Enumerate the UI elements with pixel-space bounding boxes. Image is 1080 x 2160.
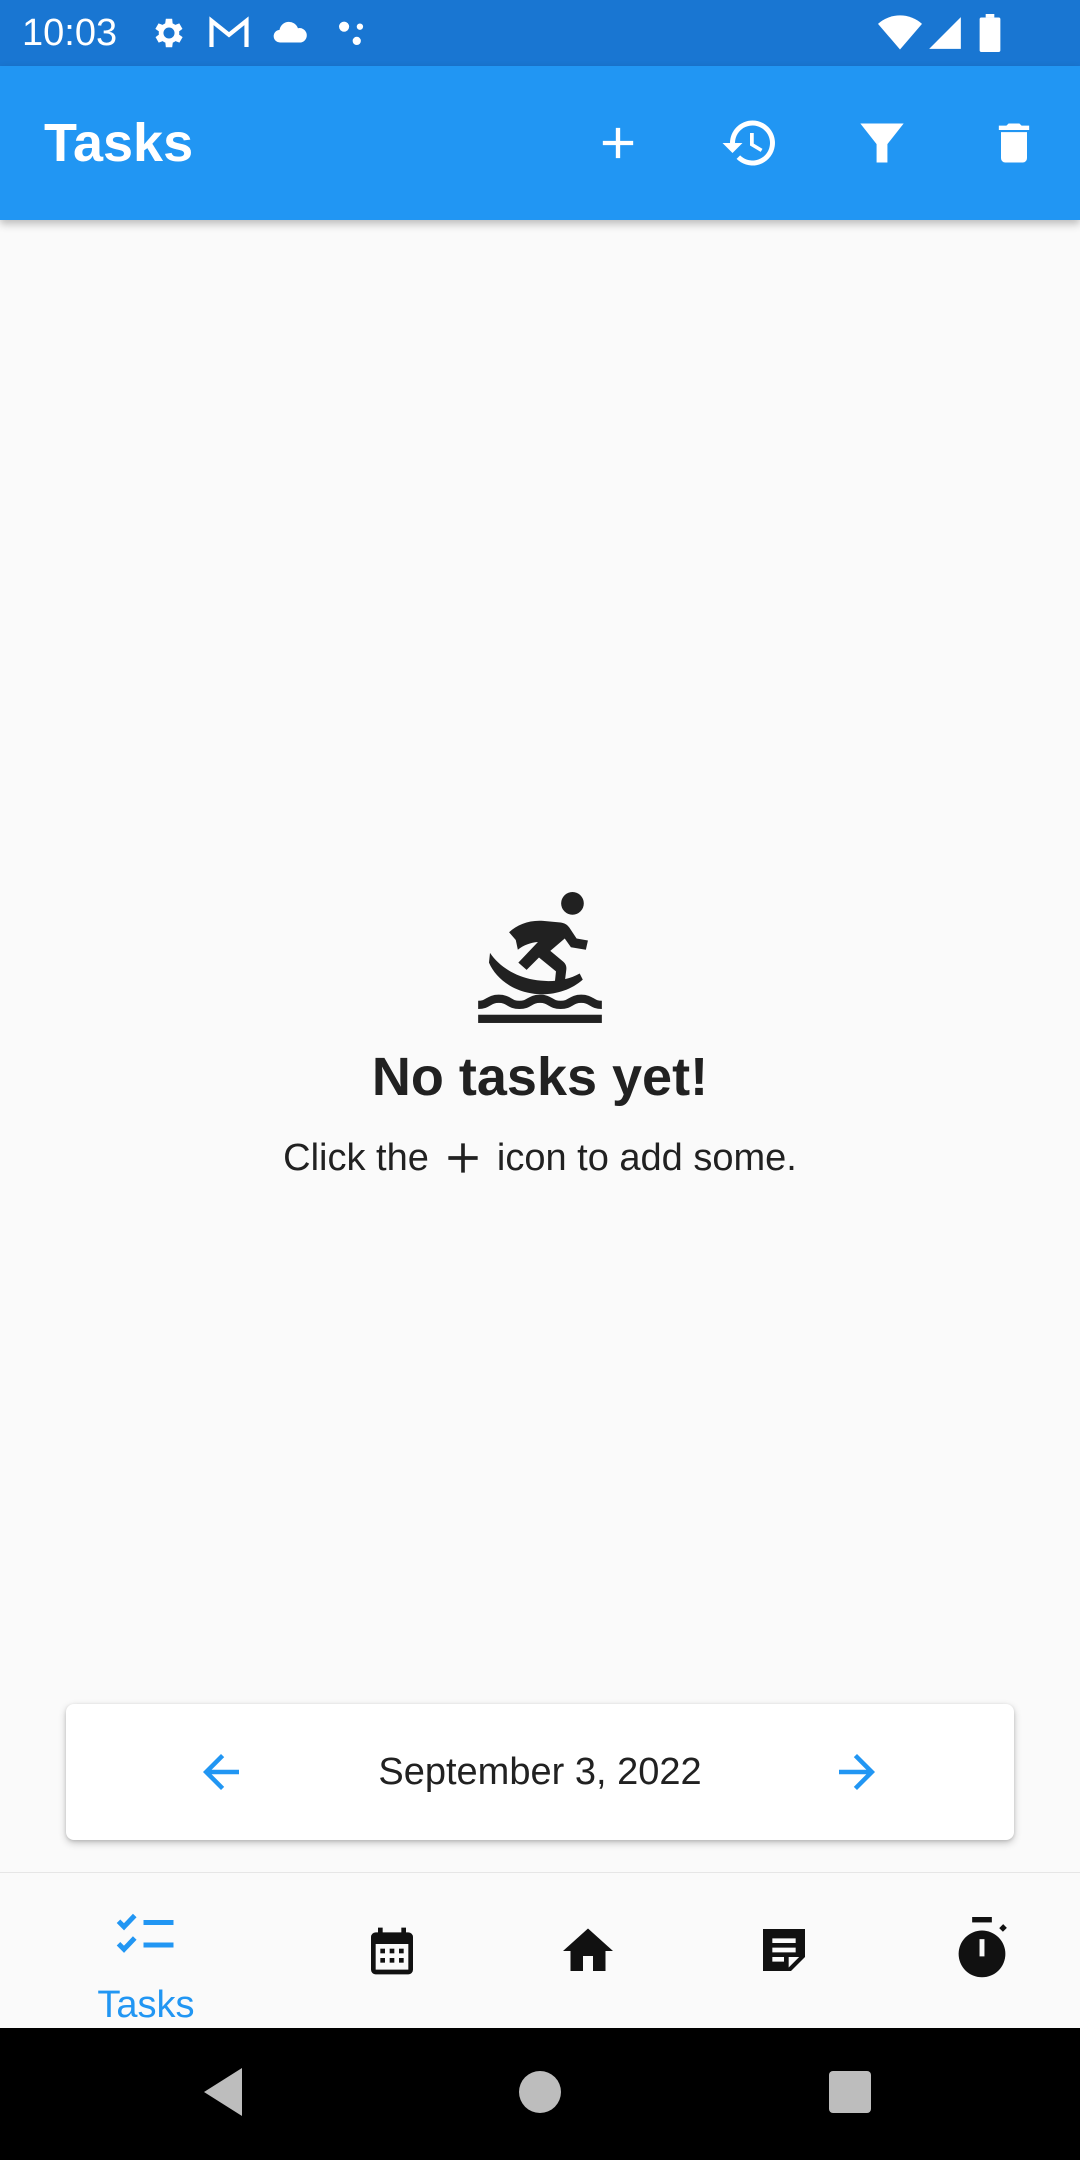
add-task-button[interactable]	[582, 107, 654, 179]
date-navigator: September 3, 2022	[66, 1704, 1014, 1840]
add-icon	[602, 127, 634, 159]
calendar-icon	[371, 1927, 413, 1975]
app-bar: Tasks	[0, 66, 1080, 220]
hint-text-before: Click the	[283, 1137, 429, 1179]
cloud-icon	[270, 14, 310, 52]
filter-button[interactable]	[846, 107, 918, 179]
nav-item-tasks[interactable]: Tasks	[38, 1873, 254, 2029]
history-button[interactable]	[714, 107, 786, 179]
surfing-icon	[478, 892, 602, 1023]
delete-icon	[998, 123, 1030, 163]
gmail-icon	[208, 14, 250, 52]
system-home-button[interactable]	[518, 2064, 562, 2125]
nav-item-timer[interactable]	[874, 1873, 1080, 2029]
nav-item-notes[interactable]	[676, 1873, 892, 2029]
note-icon	[763, 1929, 805, 1971]
status-time: 10:03	[22, 12, 118, 54]
timer-icon	[958, 1917, 1007, 1978]
page-title: Tasks	[44, 113, 194, 173]
recents-icon	[829, 2071, 871, 2113]
empty-title: No tasks yet!	[371, 1047, 709, 1107]
settings-icon	[150, 14, 188, 52]
screen: 10:03 Tasks No tasks yet! Click the icon…	[0, 0, 1080, 2160]
empty-hint: Click the icon to add some.	[0, 1134, 1080, 1182]
nav-label-tasks: Tasks	[97, 1984, 195, 2026]
checklist-icon	[116, 1913, 174, 1953]
signal-icon	[926, 14, 964, 52]
delete-button[interactable]	[978, 107, 1050, 179]
assistant-dots-icon	[332, 14, 372, 52]
battery-icon	[978, 14, 1002, 52]
home-icon	[563, 1928, 613, 1971]
nav-item-calendar[interactable]	[284, 1873, 500, 2029]
back-icon	[204, 2068, 242, 2116]
bottom-navigation: Tasks	[0, 1872, 1080, 2028]
status-bar: 10:03	[0, 0, 1080, 66]
hint-text-after: icon to add some.	[496, 1137, 797, 1179]
nav-item-home[interactable]	[480, 1873, 696, 2029]
system-back-button[interactable]	[200, 2064, 248, 2125]
empty-state: No tasks yet! Click the icon to add some…	[0, 890, 1080, 1182]
next-day-button[interactable]	[822, 1737, 892, 1807]
arrow-forward-icon	[839, 1754, 875, 1790]
add-icon	[448, 1143, 478, 1173]
system-recents-button[interactable]	[828, 2064, 872, 2125]
filter-icon	[860, 123, 904, 163]
system-navigation-bar	[0, 2028, 1080, 2160]
home-circle-icon	[519, 2071, 561, 2113]
wifi-icon	[878, 14, 922, 52]
history-icon	[722, 120, 775, 166]
